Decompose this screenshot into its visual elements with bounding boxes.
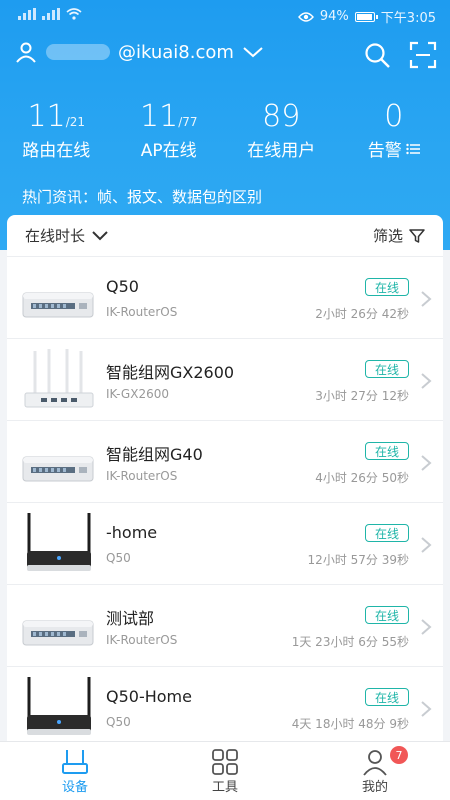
stat-ap-num: 11: [140, 99, 179, 134]
device-model: IK-GX2600: [106, 387, 169, 401]
status-badge: 在线: [365, 688, 409, 706]
search-icon: [365, 43, 390, 68]
device-thumbnail: [21, 429, 97, 495]
device-uptime: 1天 23小时 6分 55秒: [291, 635, 409, 649]
device-name: -home: [106, 523, 158, 542]
battery-percent: 94%: [319, 9, 349, 24]
device-uptime: 3小时 27分 12秒: [315, 389, 409, 403]
eye-icon: [297, 11, 314, 22]
device-row[interactable]: 智能组网G40 IK-RouterOS 在线 4小时 26分 50秒: [7, 421, 443, 503]
device-name: 测试部: [106, 609, 155, 628]
person-icon: [363, 749, 387, 776]
account-email: @ikuai8.com: [118, 41, 234, 63]
chevron-right-icon: [421, 701, 432, 717]
chevron-down-icon: [243, 47, 263, 58]
device-list-card: 在线时长 筛选 Q50 IK-RouterOS 在线 2小时 26分 42秒智能组网G…: [7, 215, 443, 800]
device-model: IK-RouterOS: [106, 469, 178, 483]
stat-alerts[interactable]: 0 告警: [338, 100, 450, 161]
stat-alerts-label: 告警: [367, 141, 402, 161]
device-uptime: 2小时 26分 42秒: [315, 307, 409, 321]
stat-ap[interactable]: 11/77 AP在线: [113, 99, 226, 162]
device-uptime: 4小时 26分 50秒: [315, 471, 409, 485]
account-name-blurred: [46, 44, 110, 60]
device-name: Q50: [106, 277, 139, 296]
hot-news-link[interactable]: 热门资讯：帧、报文、数据包的区别: [22, 186, 262, 207]
filter-icon: [409, 228, 425, 243]
device-row[interactable]: Q50 IK-RouterOS 在线 2小时 26分 42秒: [7, 257, 443, 339]
wifi-icon: [66, 8, 82, 20]
device-row[interactable]: 智能组网GX2600 IK-GX2600 在线 3小时 27分 12秒: [7, 339, 443, 421]
sort-dropdown[interactable]: 在线时长: [25, 225, 109, 246]
device-row[interactable]: Q50-Home Q50 在线 4天 18小时 48分 9秒: [7, 667, 443, 749]
tab-devices[interactable]: 设备: [0, 742, 150, 800]
router-icon: [62, 749, 88, 774]
scan-icon: [409, 41, 437, 69]
signal-icon-2: [42, 8, 60, 20]
stat-users-num: 89: [262, 99, 301, 134]
tab-devices-label: 设备: [61, 779, 88, 795]
device-model: Q50: [106, 715, 131, 729]
device-uptime: 4天 18小时 48分 9秒: [291, 717, 409, 731]
status-bar: 94% 下午3:05: [0, 0, 450, 32]
device-model: IK-RouterOS: [106, 305, 178, 319]
status-badge: 在线: [365, 360, 409, 378]
chevron-down-icon: [92, 230, 108, 240]
device-model: Q50: [106, 551, 131, 565]
device-row[interactable]: 测试部 IK-RouterOS 在线 1天 23小时 6分 55秒: [7, 585, 443, 667]
sort-label: 在线时长: [25, 227, 86, 245]
device-thumbnail: [21, 675, 97, 741]
list-header: 在线时长 筛选: [7, 215, 443, 257]
device-model: IK-RouterOS: [106, 633, 178, 647]
stat-alerts-num: 0: [384, 99, 404, 134]
chevron-right-icon: [421, 455, 432, 471]
tab-mine[interactable]: 我的 7: [300, 742, 450, 800]
stat-users[interactable]: 89 在线用户: [225, 99, 338, 162]
battery-icon: [354, 11, 378, 22]
stat-users-label: 在线用户: [247, 141, 316, 161]
chevron-right-icon: [421, 537, 432, 553]
stat-alerts-label-wrap: 告警: [368, 136, 420, 161]
chevron-right-icon: [421, 291, 432, 307]
device-thumbnail: [21, 511, 97, 577]
grid-icon: [212, 748, 238, 775]
stats-row: 11/21 路由在线 11/77 AP在线 89 在线用户 0 告警: [0, 100, 450, 161]
filter-button[interactable]: 筛选: [373, 225, 425, 246]
stat-ap-label: AP在线: [140, 141, 197, 161]
account-switcher[interactable]: @ikuai8.com: [14, 40, 264, 64]
device-thumbnail: [21, 265, 97, 331]
tab-tools-label: 工具: [211, 779, 238, 795]
header-banner: 94% 下午3:05 @ikuai8.com 11/21 路由在线 11/77 …: [0, 0, 450, 250]
list-icon: [406, 143, 420, 154]
tab-tools[interactable]: 工具: [150, 742, 300, 800]
chevron-right-icon: [421, 373, 432, 389]
device-list: Q50 IK-RouterOS 在线 2小时 26分 42秒智能组网GX2600 IK-…: [7, 257, 443, 749]
stat-routers[interactable]: 11/21 路由在线: [0, 99, 113, 162]
clock: 下午3:05: [380, 11, 436, 26]
stat-routers-total: /21: [65, 115, 85, 129]
bottom-nav: 设备 工具 我的 7: [0, 741, 450, 800]
search-button[interactable]: [362, 40, 392, 70]
scan-button[interactable]: [408, 40, 438, 70]
filter-label: 筛选: [372, 227, 403, 245]
notification-badge: 7: [390, 746, 408, 764]
status-badge: 在线: [365, 606, 409, 624]
device-thumbnail: [21, 593, 97, 659]
status-badge: 在线: [365, 278, 409, 296]
device-thumbnail: [21, 347, 97, 413]
tab-mine-label: 我的: [361, 779, 388, 795]
device-name: 智能组网GX2600: [106, 363, 235, 382]
device-uptime: 12小时 57分 39秒: [307, 553, 409, 567]
status-badge: 在线: [365, 442, 409, 460]
signal-icon: [18, 8, 36, 20]
user-icon: [16, 42, 36, 63]
status-badge: 在线: [365, 524, 409, 542]
stat-ap-total: /77: [178, 115, 198, 129]
stat-routers-label: 路由在线: [22, 141, 91, 161]
device-row[interactable]: -home Q50 在线 12小时 57分 39秒: [7, 503, 443, 585]
chevron-right-icon: [421, 619, 432, 635]
device-name: Q50-Home: [106, 687, 192, 706]
device-name: 智能组网G40: [106, 445, 203, 464]
stat-routers-num: 11: [27, 99, 66, 134]
